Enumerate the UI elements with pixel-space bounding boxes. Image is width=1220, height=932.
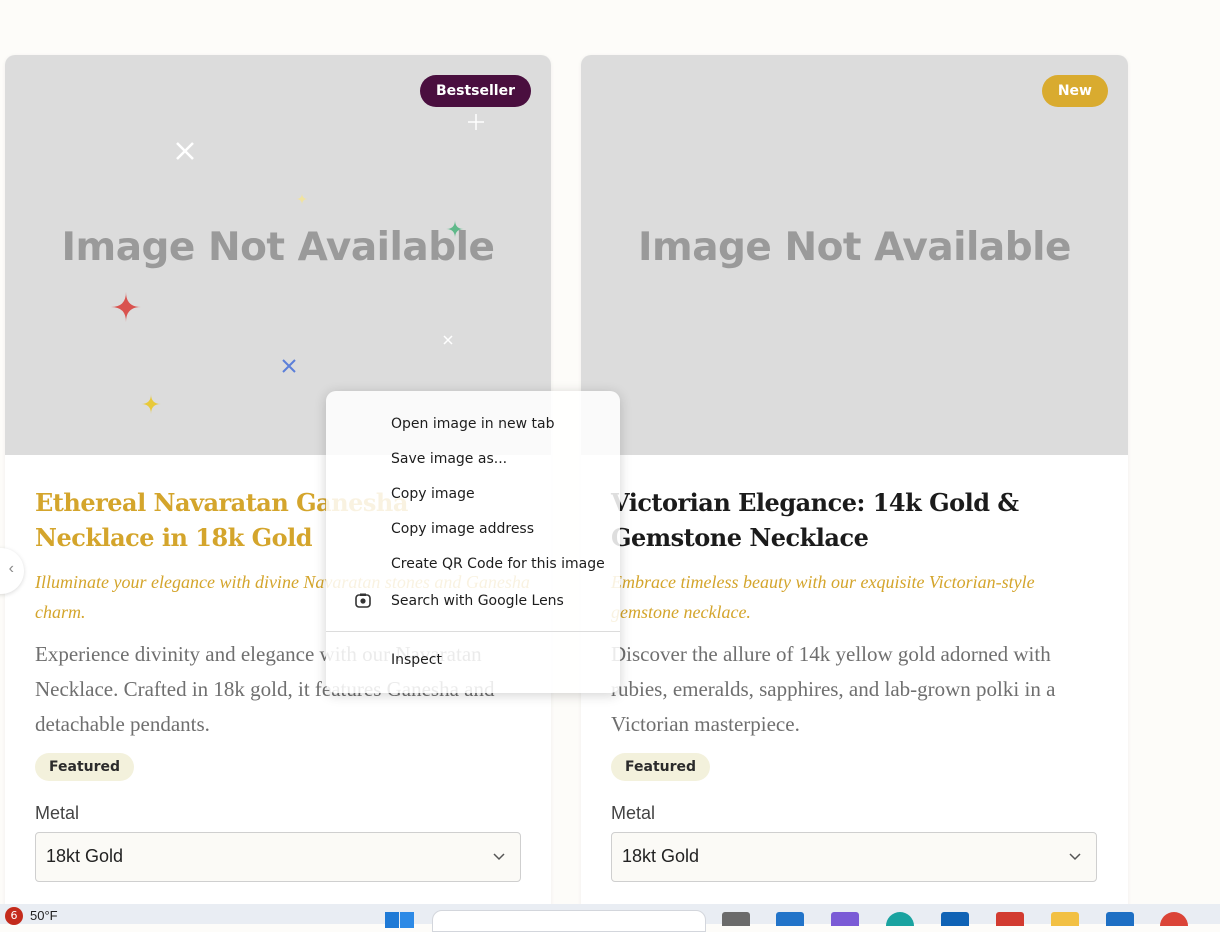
notification-badge[interactable]: 6 xyxy=(5,907,23,925)
product-description: Discover the allure of 14k yellow gold a… xyxy=(611,642,1056,736)
metal-label: Metal xyxy=(611,803,656,823)
product-card: Image Not Available New Victorian Elegan… xyxy=(581,55,1128,915)
taskbar-search[interactable] xyxy=(432,910,706,932)
sparkle-icon xyxy=(443,335,453,345)
metal-label: Metal xyxy=(35,803,80,823)
menu-item-inspect[interactable]: Inspect xyxy=(391,652,442,668)
featured-tag: Featured xyxy=(611,753,711,781)
context-menu: Open image in new tab Save image as... C… xyxy=(326,391,620,693)
featured-tag: Featured xyxy=(35,753,135,781)
sparkle-icon xyxy=(111,292,141,322)
google-lens-icon xyxy=(355,593,371,608)
windows-start-icon[interactable] xyxy=(385,912,415,928)
menu-separator xyxy=(326,631,620,632)
chevron-down-icon xyxy=(1069,853,1081,861)
metal-select-value: 18kt Gold xyxy=(46,846,124,866)
product-image[interactable]: Image Not Available xyxy=(581,55,1128,455)
product-title[interactable]: Victorian Elegance: 14k Gold & Gemstone … xyxy=(611,485,1101,555)
taskbar: 6 50°F xyxy=(0,904,1220,932)
menu-item-copy-image-address[interactable]: Copy image address xyxy=(391,521,534,537)
product-tagline: Embrace timeless beauty with our exquisi… xyxy=(611,572,1035,622)
menu-item-open-image[interactable]: Open image in new tab xyxy=(391,416,554,432)
weather-temperature[interactable]: 50°F xyxy=(30,908,58,923)
chevron-down-icon xyxy=(493,853,505,861)
image-placeholder-text: Image Not Available xyxy=(638,225,1071,270)
sparkle-icon xyxy=(176,142,194,160)
sparkle-icon xyxy=(296,193,308,205)
menu-item-copy-image[interactable]: Copy image xyxy=(391,486,475,502)
sparkle-icon xyxy=(446,220,464,238)
image-placeholder-text: Image Not Available xyxy=(61,225,495,270)
chevron-left-icon: ‹ xyxy=(8,560,14,577)
sparkle-icon xyxy=(282,359,296,373)
sparkle-icon xyxy=(468,114,484,130)
bestseller-badge: Bestseller xyxy=(419,75,531,107)
metal-select[interactable]: 18kt Gold xyxy=(611,832,1097,882)
metal-select[interactable]: 18kt Gold xyxy=(35,832,521,882)
sparkle-icon xyxy=(141,394,161,414)
new-badge: New xyxy=(1041,75,1108,107)
menu-item-save-image[interactable]: Save image as... xyxy=(391,451,507,467)
menu-item-create-qr-code[interactable]: Create QR Code for this image xyxy=(391,556,605,572)
menu-item-google-lens[interactable]: Search with Google Lens xyxy=(391,593,564,609)
metal-select-value: 18kt Gold xyxy=(622,846,700,866)
